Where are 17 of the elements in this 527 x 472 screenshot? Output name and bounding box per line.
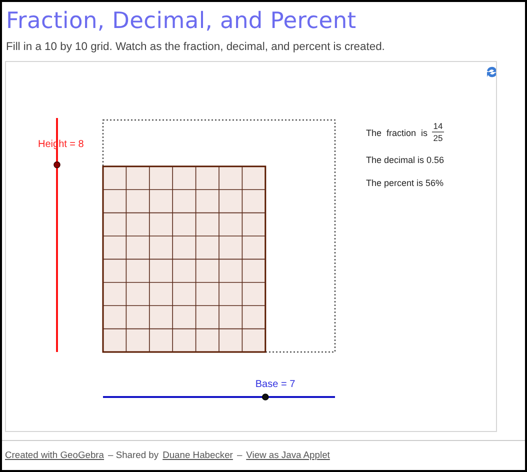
fraction-denominator: 25 — [433, 133, 443, 143]
instructions-text: Fill in a 10 by 10 grid. Watch as the fraction, decimal, and percent is created. — [6, 41, 385, 53]
footer-text: – — [236, 449, 242, 460]
base-slider-handle[interactable] — [262, 394, 269, 400]
percent-text: The percent is 56% — [366, 178, 444, 188]
page-title: Fraction, Decimal, and Percent — [6, 7, 356, 36]
footer-link[interactable]: Created with GeoGebra — [5, 449, 104, 460]
decimal-text: The decimal is 0.56 — [366, 155, 444, 165]
footer-text: – Shared by — [108, 449, 159, 460]
base-label: Base = 7 — [255, 379, 296, 390]
footer-link[interactable]: Duane Habecker — [162, 449, 233, 460]
refresh-icon[interactable] — [487, 66, 496, 78]
footer-link[interactable]: View as Java Applet — [246, 449, 330, 460]
base-slider-track[interactable] — [103, 394, 335, 400]
height-slider-handle[interactable] — [54, 161, 60, 168]
fraction-numerator: 14 — [433, 121, 443, 131]
fraction-text: The fraction is — [366, 128, 428, 138]
